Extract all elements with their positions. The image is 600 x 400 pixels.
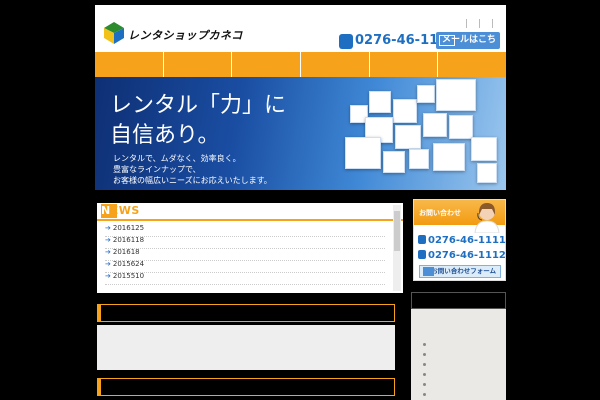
nav-item-6[interactable]: [438, 52, 506, 77]
mail-button[interactable]: メールはこちら: [436, 32, 500, 62]
sidebar-list-bullet: [423, 363, 426, 366]
operator-avatar-icon: [474, 203, 500, 233]
news-item[interactable]: ➔ 2016118: [105, 236, 385, 249]
banner-desc-line: 豊富なラインナップで、: [113, 165, 201, 174]
main-nav: [95, 52, 506, 77]
banner-title-line2: 自信あり。: [110, 123, 220, 148]
nav-item-5[interactable]: [370, 52, 439, 77]
news-item[interactable]: ➔ 201618: [105, 248, 385, 261]
nav-item-3[interactable]: [232, 52, 302, 77]
logo-text[interactable]: レンタショップカネコ: [128, 27, 243, 43]
sidebar-panel: [411, 292, 506, 400]
sidebar-list-bullet: [423, 393, 426, 396]
mail-icon: [439, 35, 455, 46]
news-item[interactable]: ➔ 2016125: [105, 224, 385, 237]
news-item[interactable]: ➔ 2015624: [105, 260, 385, 273]
news-item-date: 2015624: [112, 260, 145, 268]
news-item-date: 201618: [112, 248, 140, 256]
contact-form-button[interactable]: お問い合わせフォーム: [419, 265, 501, 278]
banner-description: レンタルで、ムダなく、効率良く。 豊富なラインナップで、 お客様の幅広いニーズに…: [113, 153, 272, 186]
news-panel: NEWS ➔ 2016125 ➔ 2016118 ➔ 201618 ➔ 2015624 …: [97, 203, 403, 293]
news-item-date: 2016118: [112, 236, 145, 244]
fax-icon: [418, 250, 426, 259]
logo-icon[interactable]: [103, 21, 125, 45]
sidebar-list-bullet: [423, 373, 426, 376]
contact-phone-2: 0276-46-1112: [418, 250, 506, 261]
sidebar-header: [411, 292, 506, 309]
sidebar-list-bullet: [423, 353, 426, 356]
phone-icon: [339, 34, 353, 49]
news-item-date: 2016125: [112, 224, 145, 232]
top-links: [454, 13, 498, 28]
sidebar-list-bullet: [423, 343, 426, 346]
banner-desc-line: お客様の幅広いニーズにお応えいたします。: [113, 176, 272, 185]
phone-icon: [418, 235, 426, 244]
contact-phone-1-text: 0276-46-1111: [428, 235, 506, 246]
news-item[interactable]: ➔ 2015510: [105, 272, 385, 285]
banner-title-line1: レンタル「力」に: [110, 93, 287, 118]
contact-box: お問い合わせ 0276-46-1111 0276-46-1112 お問い合わせフ…: [413, 199, 506, 281]
nav-item-1[interactable]: [95, 52, 164, 77]
section-header-1: [97, 304, 395, 322]
news-header: NEWS: [97, 203, 403, 221]
news-scrollbar[interactable]: [393, 205, 401, 291]
contact-phone-1: 0276-46-1111: [418, 235, 506, 246]
sidebar-list-bullet: [423, 383, 426, 386]
contact-heading: お問い合わせ: [419, 209, 461, 217]
nav-item-2[interactable]: [164, 52, 233, 77]
nav-item-4[interactable]: [301, 52, 370, 77]
banner-desc-line: レンタルで、ムダなく、効率良く。: [113, 154, 241, 163]
news-item-date: 2015510: [112, 272, 145, 280]
mail-icon: [423, 267, 434, 276]
contact-form-label: お問い合わせフォーム: [431, 267, 496, 275]
section-header-2: [97, 378, 395, 396]
hero-banner: レンタル「力」に 自信あり。 レンタルで、ムダなく、効率良く。 豊富なラインナッ…: [95, 77, 506, 190]
news-title: NEWS: [101, 204, 140, 217]
contact-phone-2-text: 0276-46-1112: [428, 250, 506, 261]
site-header: レンタショップカネコ 0276-46-1111 メールはこちら: [95, 5, 506, 62]
section-content-1: [97, 325, 395, 370]
